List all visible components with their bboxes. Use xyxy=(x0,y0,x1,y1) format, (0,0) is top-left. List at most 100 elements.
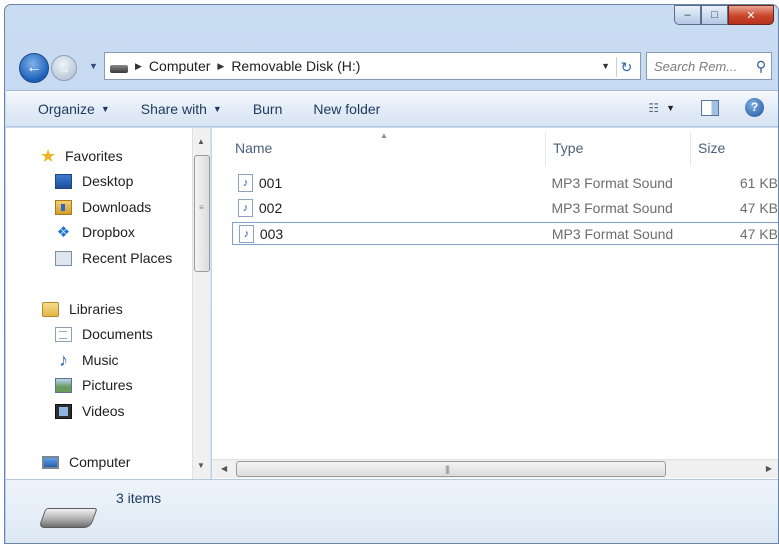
scrollbar-thumb[interactable]: ||| xyxy=(236,461,666,477)
file-size: 47 KB xyxy=(739,225,778,242)
caption-buttons: – □ ✕ xyxy=(674,5,774,25)
documents-icon xyxy=(55,326,72,342)
sidebar-item-computer[interactable]: Computer xyxy=(42,454,130,470)
nav-pane-scrollbar[interactable]: ▲ ≡ ▼ xyxy=(192,128,210,479)
file-row-selected[interactable]: ♪ 003 MP3 Format Sound 47 KB xyxy=(232,222,778,245)
sidebar-item-label: Favorites xyxy=(65,148,123,164)
column-header-name[interactable]: Name xyxy=(235,140,272,156)
column-header-type[interactable]: Type xyxy=(553,140,583,156)
help-icon[interactable]: ? xyxy=(745,98,764,117)
videos-icon xyxy=(55,403,72,419)
back-button[interactable]: ← xyxy=(19,53,49,83)
dropbox-icon: ❖ xyxy=(56,223,71,241)
horizontal-scrollbar[interactable]: ◀ ||| ▶ xyxy=(212,459,778,478)
sidebar-item-label: Libraries xyxy=(69,301,123,317)
refresh-icon[interactable]: ↻ xyxy=(616,57,636,77)
organize-menu[interactable]: Organize ▼ xyxy=(38,101,110,117)
sidebar-item-downloads[interactable]: Downloads xyxy=(55,199,151,215)
explorer-window: – □ ✕ ← → ▼ ▶ Computer ▶ Removable Disk … xyxy=(4,4,779,544)
forward-arrow-icon: → xyxy=(57,60,71,76)
sidebar-item-label: Computer xyxy=(69,454,131,470)
mp3-file-icon: ♪ xyxy=(238,198,253,217)
share-with-label: Share with xyxy=(140,100,207,117)
minimize-button[interactable]: – xyxy=(674,5,701,25)
drive-icon xyxy=(110,65,128,73)
chevron-down-icon: ▼ xyxy=(100,103,110,114)
breadcrumb-removable-disk[interactable]: Removable Disk (H:) xyxy=(231,58,360,74)
change-view-icon[interactable]: ☷ xyxy=(648,101,659,115)
file-size: 61 KB xyxy=(739,174,778,191)
file-name: 001 xyxy=(258,174,283,191)
scroll-up-icon[interactable]: ▲ xyxy=(197,137,205,146)
new-folder-button[interactable]: New folder xyxy=(313,101,380,117)
address-row: ← → ▼ ▶ Computer ▶ Removable Disk (H:) ▼… xyxy=(5,45,778,85)
sidebar-item-desktop[interactable]: Desktop xyxy=(55,173,133,189)
file-type: MP3 Format Sound xyxy=(551,199,673,216)
address-dropdown-icon[interactable]: ▼ xyxy=(601,61,610,71)
libraries-icon xyxy=(42,301,59,317)
sidebar-item-music[interactable]: ♪ Music xyxy=(55,349,119,370)
search-input[interactable]: Search Rem... xyxy=(654,59,751,74)
scroll-down-icon[interactable]: ▼ xyxy=(197,461,205,470)
grip-icon: ≡ xyxy=(199,203,204,212)
sidebar-item-documents[interactable]: Documents xyxy=(55,326,153,342)
file-size: 47 KB xyxy=(739,199,778,216)
view-options-dropdown[interactable]: ▼ xyxy=(666,103,675,113)
scroll-left-icon[interactable]: ◀ xyxy=(221,464,227,473)
item-count: 3 items xyxy=(116,490,162,506)
sidebar-item-label: Desktop xyxy=(82,173,134,189)
scroll-right-icon[interactable]: ▶ xyxy=(766,464,772,473)
preview-pane-icon[interactable] xyxy=(701,99,719,116)
sidebar-item-label: Videos xyxy=(82,403,125,419)
sidebar-item-libraries[interactable]: Libraries xyxy=(42,301,123,317)
burn-button[interactable]: Burn xyxy=(253,101,283,117)
sidebar-item-label: Music xyxy=(82,352,119,368)
column-divider[interactable] xyxy=(690,132,691,166)
file-name: 003 xyxy=(259,225,284,242)
sidebar-item-recent-places[interactable]: Recent Places xyxy=(55,250,172,266)
sidebar-item-label: Documents xyxy=(82,326,153,342)
star-icon: ★ xyxy=(40,145,57,166)
search-icon[interactable]: ⚲ xyxy=(751,58,771,75)
sidebar-item-favorites[interactable]: ★ Favorites xyxy=(40,145,123,166)
computer-icon xyxy=(42,455,59,469)
mp3-file-icon: ♪ xyxy=(239,224,254,243)
forward-button[interactable]: → xyxy=(51,55,77,81)
column-header-size[interactable]: Size xyxy=(698,140,725,156)
music-icon: ♪ xyxy=(59,349,68,370)
file-row[interactable]: ♪ 002 MP3 Format Sound 47 KB xyxy=(232,196,778,219)
chevron-right-icon[interactable]: ▶ xyxy=(135,61,142,72)
address-bar[interactable]: ▶ Computer ▶ Removable Disk (H:) ▼ ↻ xyxy=(104,52,641,80)
sidebar-item-dropbox[interactable]: ❖ Dropbox xyxy=(55,224,135,240)
desktop-icon xyxy=(55,173,72,189)
removable-drive-icon xyxy=(38,508,98,528)
mp3-file-icon: ♪ xyxy=(238,173,253,192)
sidebar-item-label: Pictures xyxy=(82,377,133,393)
share-with-menu[interactable]: Share with ▼ xyxy=(141,101,222,117)
column-divider[interactable] xyxy=(545,132,546,166)
title-bar: – □ ✕ xyxy=(5,5,778,43)
downloads-icon xyxy=(55,199,72,215)
maximize-button[interactable]: □ xyxy=(701,5,728,25)
search-box[interactable]: Search Rem... ⚲ xyxy=(646,52,772,80)
grip-icon: ||| xyxy=(445,464,450,474)
recent-pages-dropdown[interactable]: ▼ xyxy=(89,61,98,71)
recent-places-icon xyxy=(55,250,72,266)
organize-label: Organize xyxy=(38,100,95,117)
details-pane: 3 items xyxy=(6,479,778,543)
sidebar-item-label: Recent Places xyxy=(82,250,173,266)
sidebar-item-label: Dropbox xyxy=(82,224,135,240)
scrollbar-thumb[interactable]: ≡ xyxy=(194,155,210,272)
sidebar-item-pictures[interactable]: Pictures xyxy=(55,377,133,393)
view-controls: ☷ ▼ ? xyxy=(648,98,764,117)
chevron-right-icon[interactable]: ▶ xyxy=(217,61,224,72)
navigation-pane: ★ Favorites Desktop Downloads ❖ Dropbox … xyxy=(6,128,211,479)
sort-ascending-icon: ▲ xyxy=(380,131,388,140)
sidebar-item-videos[interactable]: Videos xyxy=(55,403,125,419)
sidebar-item-label: Downloads xyxy=(82,199,152,215)
file-row[interactable]: ♪ 001 MP3 Format Sound 61 KB xyxy=(232,171,778,194)
close-button[interactable]: ✕ xyxy=(728,5,774,25)
command-bar: Organize ▼ Share with ▼ Burn New folder ☷ … xyxy=(6,90,778,127)
file-type: MP3 Format Sound xyxy=(551,225,674,242)
breadcrumb-computer[interactable]: Computer xyxy=(149,58,210,74)
